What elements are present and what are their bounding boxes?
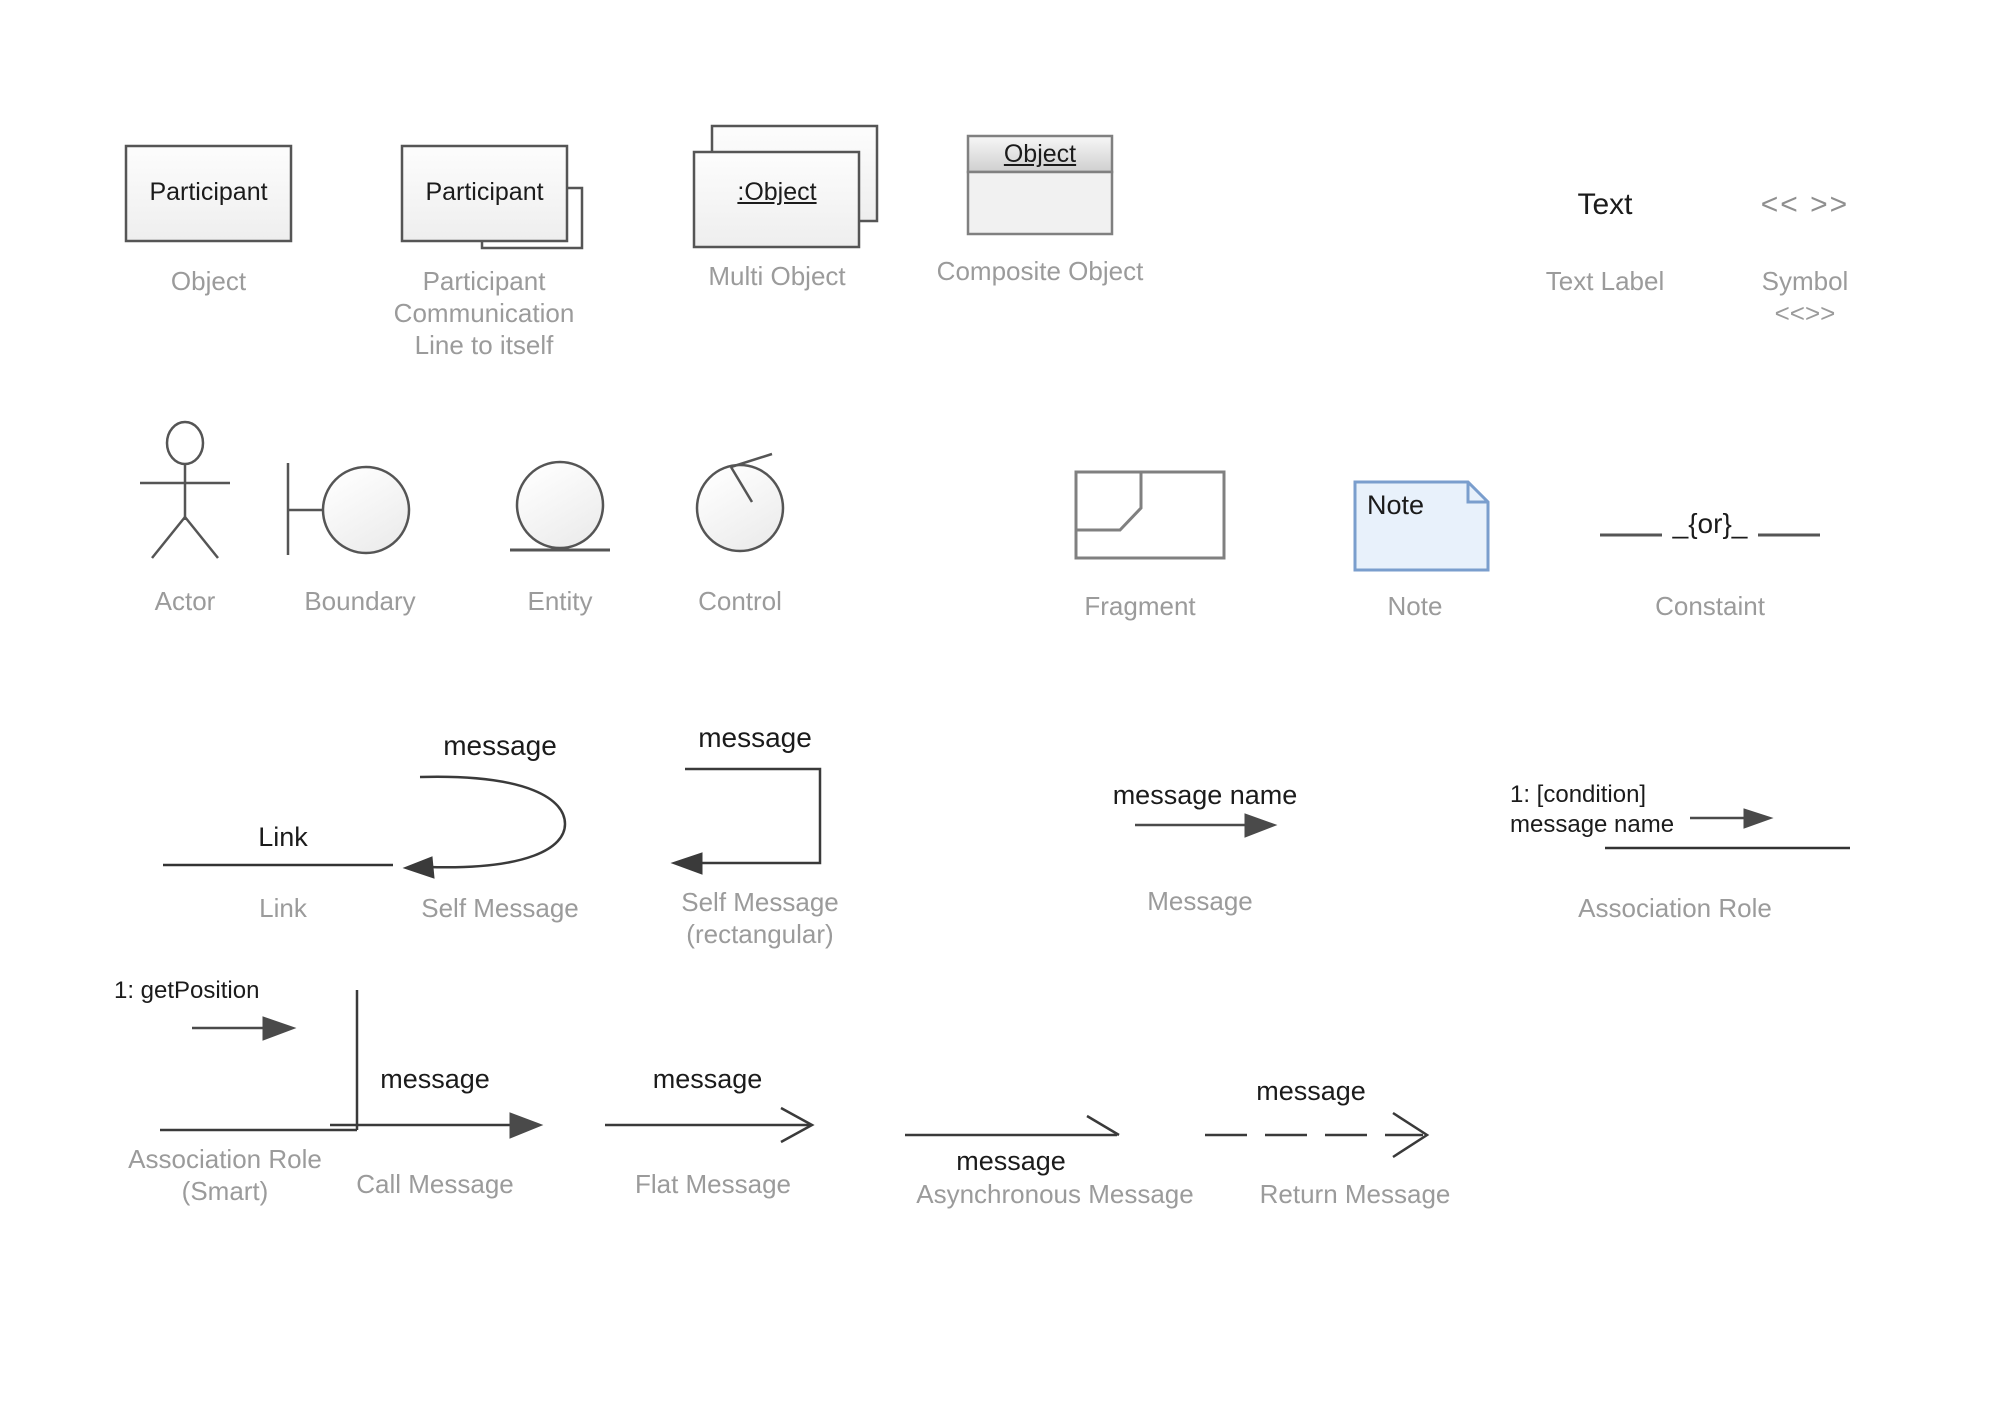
link-inner-label: Link [258,822,308,852]
shape-association-role-smart[interactable]: 1: getPosition Association Role (Smart) [114,977,359,1206]
note-caption: Note [1387,591,1443,621]
shape-link[interactable]: Link Link [108,800,393,923]
self-message-inner-label: message [443,730,557,761]
shape-return-message[interactable]: message Return Message [1205,1076,1505,1209]
shape-boundary[interactable]: Boundary [250,455,470,616]
boundary-circle-bar-icon [250,455,470,565]
shape-fragment[interactable]: Fragment [1000,460,1226,621]
asynchronous-message-caption: Asynchronous Message [916,1179,1194,1209]
object-inner-label: Participant [149,178,268,206]
participant-communication-inner-label: Participant [425,178,544,206]
self-message-caption: Self Message [421,893,579,923]
shape-participant-communication-line-to-itself[interactable]: Participant Participant Communication Li… [372,140,597,360]
association-role-inner-label: 1: [condition] message name [1510,781,1675,838]
constaint-inner-label: _{or}_ [1672,508,1748,539]
object-caption: Object [170,266,247,296]
self-message-rect-caption: Self Message (rectangular) [681,887,839,949]
fragment-pentagon-box-icon [1000,460,1226,570]
symbol-caption: Symbol <<>> [1761,266,1849,328]
message-caption: Message [1147,886,1253,916]
shape-association-role[interactable]: 1: [condition] message name Association … [1510,781,1850,923]
composite-object-inner-label: Object [1003,140,1077,168]
asynchronous-message-inner-label: message [956,1146,1066,1176]
control-caption: Control [698,586,782,616]
control-circle-arrow-icon [630,450,850,565]
dashed-open-arrow-icon [1205,1100,1505,1160]
call-message-caption: Call Message [356,1169,514,1199]
shape-composite-object[interactable]: Object Composite Object [930,130,1160,286]
text-label-inner-label: Text [1577,188,1633,221]
call-message-inner-label: message [380,1064,490,1094]
shapes-library-canvas: Participant Object Participant Participa… [0,0,2000,1410]
message-inner-label: message name [1112,780,1298,810]
shape-symbol[interactable]: << >> Symbol <<>> [1700,140,1910,328]
multi-object-caption: Multi Object [708,261,846,291]
multi-object-inner-label: :Object [737,178,817,206]
return-message-inner-label: message [1256,1076,1366,1106]
participant-communication-caption: Participant Communication Line to itself [393,266,575,360]
composite-object-caption: Composite Object [936,256,1144,286]
association-role-smart-inner-label: 1: getPosition [114,977,260,1004]
return-message-caption: Return Message [1259,1179,1451,1209]
link-caption: Link [259,893,307,923]
association-role-caption: Association Role [1578,893,1772,923]
shape-call-message[interactable]: message Call Message [330,1064,590,1199]
flat-message-inner-label: message [652,1064,763,1094]
shape-message[interactable]: message name Message [1080,770,1320,916]
self-message-rect-inner-label: message [698,722,812,753]
solid-filled-arrow-icon [330,1090,590,1150]
shape-flat-message[interactable]: message Flat Message [605,1064,865,1199]
shape-multi-object[interactable]: :Object Multi Object [662,120,887,291]
shape-control[interactable]: Control [630,450,850,616]
text-label-caption: Text Label [1545,266,1665,296]
flat-message-caption: Flat Message [634,1169,792,1199]
shape-self-message[interactable]: message Self Message [380,712,620,923]
shape-object[interactable]: Participant Object [96,140,321,296]
note-inner-label: Note [1367,490,1425,520]
open-arrow-icon [605,1090,865,1150]
shape-asynchronous-message[interactable]: message Asynchronous Message [905,1100,1205,1209]
shape-self-message-rectangular[interactable]: message Self Message (rectangular) [640,706,880,949]
boundary-caption: Boundary [304,586,416,616]
elbow-line-arrow-icon [120,985,359,1135]
fragment-caption: Fragment [1084,591,1196,621]
shape-note[interactable]: Note Note [1275,460,1495,621]
constaint-caption: Constaint [1655,591,1765,621]
shape-text-label[interactable]: Text Text Label [1500,140,1710,296]
shape-constaint[interactable]: _{or}_ Constaint [1580,460,1840,621]
symbol-inner-label: << >> [1760,188,1850,221]
